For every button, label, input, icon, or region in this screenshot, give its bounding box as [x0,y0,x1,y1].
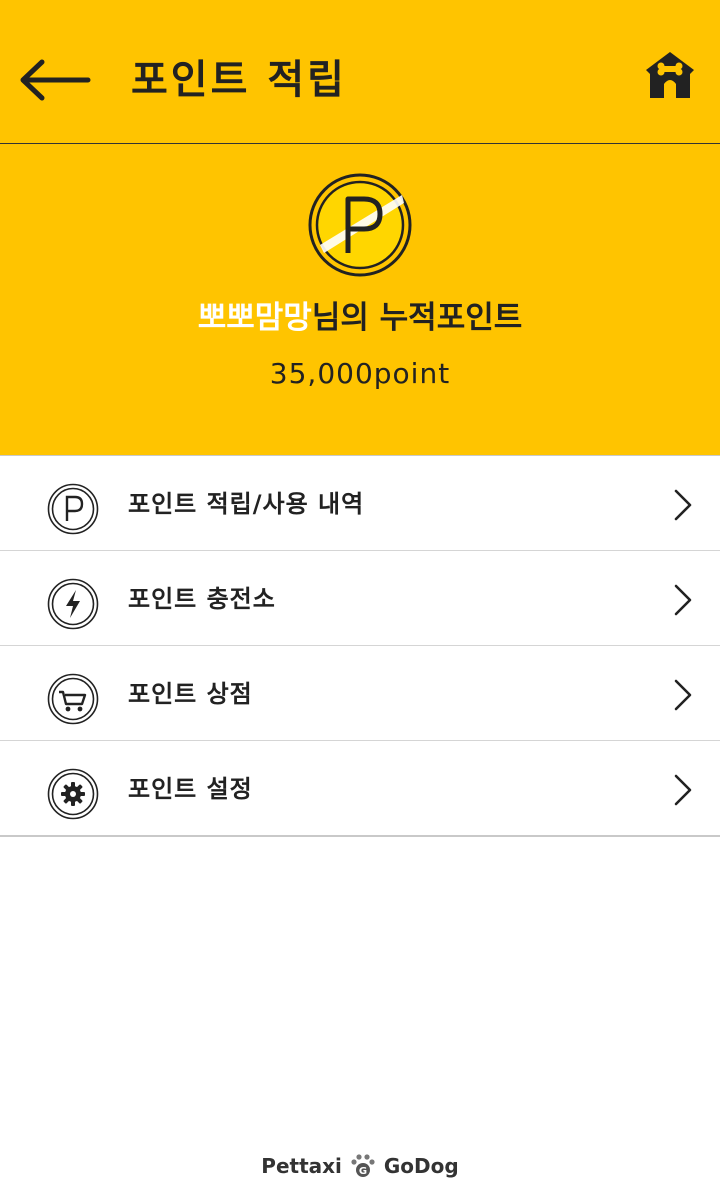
menu-item-point-charge[interactable]: 포인트 충전소 [0,551,720,646]
footer-brand: Pettaxi G GoDog [0,1148,720,1184]
points-summary: 뽀뽀맘망님의 누적포인트 35,000point [0,144,720,456]
chevron-right-icon [674,584,692,616]
chevron-right-icon [674,489,692,521]
lightning-icon [47,578,99,630]
chevron-right-icon [674,679,692,711]
page-title: 포인트 적립 [131,57,347,103]
menu-label-point-history: 포인트 적립/사용 내역 [128,490,365,518]
menu-item-point-history[interactable]: 포인트 적립/사용 내역 [0,456,720,551]
point-history-icon [47,483,99,535]
back-button[interactable] [18,56,92,104]
cart-icon [47,673,99,725]
menu-label-point-settings: 포인트 설정 [128,775,253,803]
menu-item-point-shop[interactable]: 포인트 상점 [0,646,720,741]
menu-label-point-charge: 포인트 충전소 [128,585,276,613]
title-suffix: 님의 누적포인트 [311,300,523,336]
arrow-left-icon [20,59,91,101]
menu-item-point-settings[interactable]: 포인트 설정 [0,741,720,837]
brand-godog: GoDog [383,1154,459,1178]
menu-label-point-shop: 포인트 상점 [128,680,253,708]
home-button[interactable] [644,50,696,100]
menu-list: 포인트 적립/사용 내역 포인트 충전소 포인트 상점 포인트 설정 [0,456,720,837]
gear-icon [47,768,99,820]
brand-pettaxi: Pettaxi [261,1154,342,1178]
app-header: 포인트 적립 [0,0,720,144]
chevron-right-icon [674,774,692,806]
paw-logo-icon: G [351,1154,375,1177]
point-coin-icon [308,173,412,277]
accumulated-points-title: 뽀뽀맘망님의 누적포인트 [0,294,720,342]
dog-house-icon [646,52,694,98]
points-value: 35,000point [269,357,451,390]
svg-text:G: G [359,1166,367,1177]
user-nickname: 뽀뽀맘망 [197,300,312,336]
